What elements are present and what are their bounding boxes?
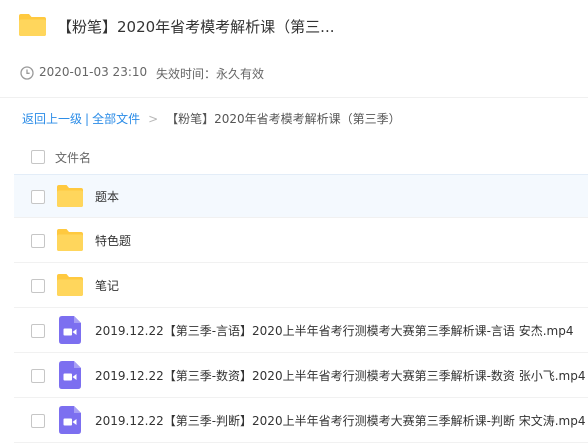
- file-name[interactable]: 2019.12.22【第三季-言语】2020上半年省考行测模考大赛第三季解析课-…: [95, 322, 573, 339]
- page-title: 【粉笔】2020年省考模考解析课（第三...: [57, 18, 335, 36]
- clock-icon: [20, 66, 34, 80]
- all-files-link[interactable]: 全部文件: [92, 112, 140, 126]
- row-checkbox[interactable]: [31, 414, 45, 428]
- expiry-text: 失效时间：永久有效: [156, 67, 265, 81]
- list-item[interactable]: 2019.12.22【第三季-言语】2020上半年省考行测模考大赛第三季解析课-…: [14, 309, 588, 353]
- file-name[interactable]: 2019.12.22【第三季-数资】2020上半年省考行测模考大赛第三季解析课-…: [95, 367, 585, 384]
- breadcrumb-arrow-icon: >: [148, 112, 159, 126]
- breadcrumb-current: 【粉笔】2020年省考模考解析课（第三季）: [166, 112, 401, 126]
- video-file-icon: [59, 316, 81, 344]
- list-item[interactable]: 题本: [14, 174, 588, 218]
- folder-icon: [57, 274, 83, 296]
- divider: [0, 97, 588, 98]
- select-all-checkbox[interactable]: [31, 150, 45, 164]
- video-file-icon: [59, 361, 81, 389]
- row-checkbox[interactable]: [31, 324, 45, 338]
- folder-icon: [57, 229, 83, 251]
- page-header: 【粉笔】2020年省考模考解析课（第三...: [0, 0, 588, 55]
- file-list-header: 文件名: [14, 141, 588, 175]
- breadcrumb: 返回上一级 | 全部文件 > 【粉笔】2020年省考模考解析课（第三季）: [22, 110, 401, 128]
- row-checkbox[interactable]: [31, 369, 45, 383]
- row-checkbox[interactable]: [31, 279, 45, 293]
- folder-icon: [19, 14, 46, 36]
- list-item[interactable]: 笔记: [14, 264, 588, 308]
- file-name[interactable]: 题本: [95, 188, 119, 205]
- list-item[interactable]: 特色题: [14, 219, 588, 263]
- row-checkbox[interactable]: [31, 234, 45, 248]
- list-item[interactable]: 2019.12.22【第三季-判断】2020上半年省考行测模考大赛第三季解析课-…: [14, 399, 588, 443]
- share-date: 2020-01-03 23:10: [39, 65, 148, 79]
- file-name[interactable]: 特色题: [95, 232, 131, 249]
- column-filename: 文件名: [55, 151, 92, 165]
- folder-icon: [57, 185, 83, 207]
- row-checkbox[interactable]: [31, 190, 45, 204]
- back-link[interactable]: 返回上一级: [22, 112, 82, 126]
- file-name[interactable]: 2019.12.22【第三季-判断】2020上半年省考行测模考大赛第三季解析课-…: [95, 412, 585, 429]
- file-name[interactable]: 笔记: [95, 277, 119, 294]
- breadcrumb-separator: |: [85, 112, 90, 126]
- video-file-icon: [59, 406, 81, 434]
- list-item[interactable]: 2019.12.22【第三季-数资】2020上半年省考行测模考大赛第三季解析课-…: [14, 354, 588, 398]
